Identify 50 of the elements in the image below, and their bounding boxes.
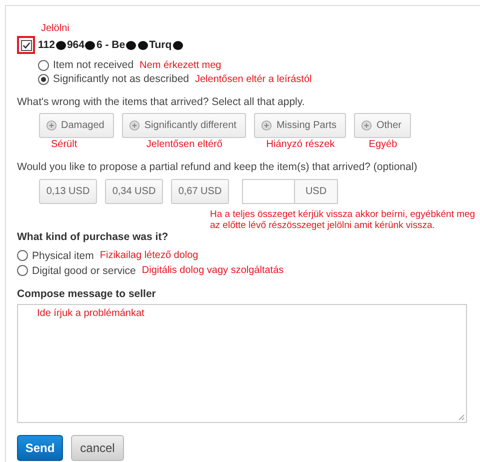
- problem-toggle-button[interactable]: Missing Parts: [254, 113, 346, 138]
- refund-amount-button[interactable]: 0,67 USD: [171, 179, 229, 204]
- annotation-text: Ha a teljes összeget kérjük vissza akkor beírni, egyébként meg az előtte lévő részösszeget jelölni amit kérünk vissza.: [210, 209, 476, 231]
- message-heading: Compose message to seller: [17, 288, 157, 300]
- radio-button[interactable]: [38, 74, 49, 84]
- problem-toggle-button[interactable]: Other: [354, 113, 412, 138]
- item-title-text: Turq: [149, 39, 172, 51]
- plus-icon: [129, 120, 140, 131]
- plus-icon: [361, 120, 372, 131]
- radio-button[interactable]: [38, 60, 49, 70]
- radio-button[interactable]: [17, 265, 28, 276]
- radio-label: Digital good or service: [32, 264, 136, 276]
- problem-toggle-button[interactable]: Damaged: [39, 113, 114, 138]
- annotation-text: Sérült: [51, 139, 78, 151]
- radio-label: Significantly not as described: [53, 73, 189, 85]
- question-text: Would you like to propose a partial refund and keep the item(s) that arrived? (optional): [17, 161, 418, 173]
- annotation-text: Fizikailag létező dolog: [100, 250, 198, 261]
- question-heading: What kind of purchase was it?: [17, 231, 170, 243]
- item-checkbox[interactable]: [20, 40, 32, 50]
- radio-button[interactable]: [17, 250, 28, 261]
- question-text: What's wrong with the items that arrived? Select all that apply.: [17, 96, 306, 108]
- annotation-text: Egyéb: [368, 139, 398, 151]
- annotation-text: Nem érkezett meg: [140, 60, 222, 70]
- resize-grip-icon: [457, 413, 465, 421]
- cancel-button[interactable]: cancel: [71, 435, 124, 461]
- redaction-mark: [126, 40, 136, 50]
- item-title-text: 6 - Be: [96, 39, 126, 51]
- refund-amount-field[interactable]: [242, 179, 295, 204]
- annotation-text: Jelölni: [41, 22, 70, 35]
- refund-amount-button[interactable]: 0,34 USD: [105, 179, 163, 204]
- annotation-text: Jelentősen eltérő: [146, 139, 222, 151]
- plus-icon: [46, 120, 57, 131]
- annotation-text: Digitális dolog vagy szolgáltatás: [142, 265, 284, 276]
- annotation-text: Ide írjuk a problémánkat: [37, 308, 144, 319]
- item-title-text: 112: [38, 39, 55, 51]
- radio-label: Item not received: [53, 59, 134, 71]
- annotation-text: Hiányzó részek: [266, 139, 335, 151]
- redaction-mark: [172, 40, 183, 50]
- problem-toggle-button[interactable]: Significantly different: [122, 113, 246, 138]
- plus-icon: [261, 120, 272, 131]
- item-title-text: 964: [66, 39, 84, 51]
- currency-label: USD: [295, 179, 338, 204]
- radio-label: Physical item: [32, 250, 94, 262]
- send-button[interactable]: Send: [17, 435, 63, 461]
- redaction-mark: [85, 40, 96, 50]
- redaction-mark: [138, 40, 148, 50]
- annotation-text: Jelentősen eltér a leírástól: [195, 74, 312, 84]
- message-field[interactable]: Ide írjuk a problémánkat: [17, 304, 467, 423]
- refund-amount-button[interactable]: 0,13 USD: [39, 179, 97, 204]
- redaction-mark: [56, 40, 66, 50]
